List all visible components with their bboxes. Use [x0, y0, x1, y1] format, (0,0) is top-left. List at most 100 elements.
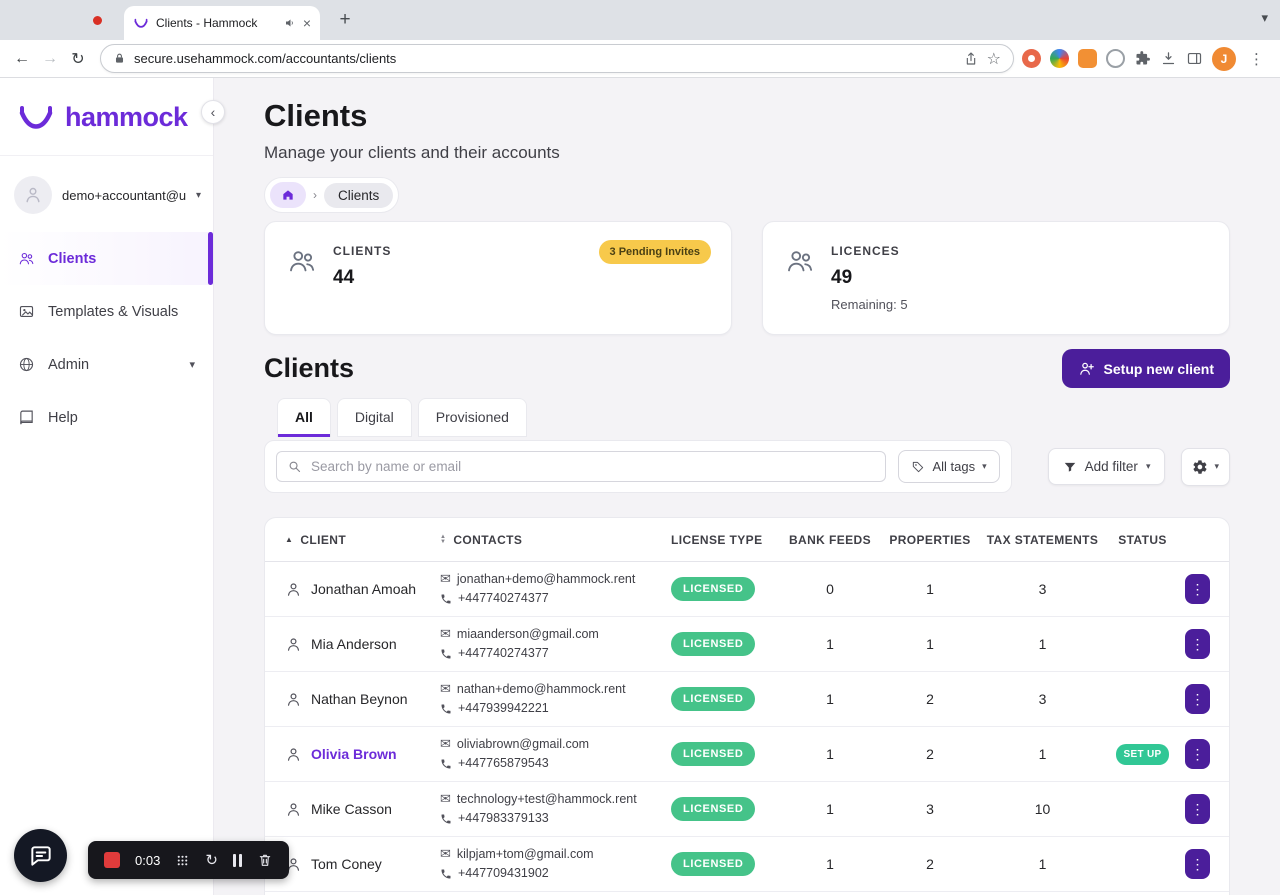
- recording-indicator-dot: [93, 16, 102, 25]
- license-cell: LICENSED: [671, 577, 785, 601]
- client-cell: Nathan Beynon: [285, 691, 440, 708]
- sort-icon[interactable]: ▲ ▼: [440, 534, 446, 545]
- brand-logo[interactable]: hammock: [0, 78, 213, 156]
- tax-statements-value: 3: [1038, 691, 1047, 707]
- extension-icon[interactable]: [1078, 49, 1097, 68]
- phone-icon: [440, 593, 452, 605]
- row-actions-button[interactable]: ⋮: [1185, 794, 1210, 824]
- tax-statements-value: 1: [1038, 746, 1047, 762]
- extensions-area: J ⋮: [1022, 46, 1272, 71]
- search-icon: [287, 459, 302, 474]
- stop-recording-button[interactable]: [104, 852, 120, 868]
- setup-new-client-button[interactable]: Setup new client: [1061, 349, 1230, 388]
- license-cell: LICENSED: [671, 852, 785, 876]
- contact-email: nathan+demo@hammock.rent: [456, 681, 626, 696]
- sidebar-item-help[interactable]: Help: [0, 391, 213, 444]
- client-name-link[interactable]: Mike Casson: [311, 801, 392, 817]
- client-name-link[interactable]: Mia Anderson: [311, 636, 397, 652]
- email-icon: ✉: [440, 791, 451, 807]
- client-name-link[interactable]: Jonathan Amoah: [311, 581, 416, 597]
- row-actions-button[interactable]: ⋮: [1185, 684, 1210, 714]
- chat-widget-button[interactable]: [14, 829, 67, 882]
- status-badge: SET UP: [1115, 743, 1170, 765]
- search-input[interactable]: [311, 459, 876, 474]
- bookmark-star-icon[interactable]: ☆: [987, 49, 1001, 69]
- tab-all[interactable]: All: [277, 398, 331, 437]
- bank-feeds-value: 1: [826, 691, 834, 707]
- tab-close-icon[interactable]: ×: [303, 16, 311, 30]
- tax-statements-value: 10: [1034, 801, 1051, 817]
- properties-value: 3: [926, 801, 934, 817]
- client-cell: Olivia Brown: [285, 746, 440, 763]
- share-icon[interactable]: [963, 51, 979, 67]
- phone-icon: [440, 648, 452, 660]
- search-box[interactable]: [276, 451, 887, 482]
- row-actions-button[interactable]: ⋮: [1185, 629, 1210, 659]
- all-tags-dropdown[interactable]: All tags ▾: [898, 450, 1000, 483]
- table-row: Nathan Beynon ✉ nathan+demo@hammock.rent …: [265, 672, 1229, 727]
- sidebar-item-clients[interactable]: Clients: [0, 232, 213, 285]
- contacts-cell: ✉ technology+test@hammock.rent +447983379…: [440, 790, 671, 828]
- people-icon: [287, 246, 317, 276]
- stat-value: 49: [831, 267, 853, 288]
- stat-remaining: Remaining: 5: [831, 297, 908, 312]
- extensions-puzzle-icon[interactable]: [1134, 50, 1151, 67]
- contact-phone: +447740274377: [458, 591, 549, 606]
- column-properties: PROPERTIES: [889, 532, 971, 547]
- table-row: Tom Coney ✉ kilpjam+tom@gmail.com +447709…: [265, 837, 1229, 892]
- tab-search-chevron-icon[interactable]: ▾: [1261, 10, 1268, 26]
- actions-cell: ⋮: [1185, 574, 1210, 604]
- downloads-icon[interactable]: [1160, 50, 1177, 67]
- table-row: Jonathan Amoah ✉ jonathan+demo@hammock.re…: [265, 562, 1229, 617]
- column-contacts: ▲ ▼ CONTACTS: [440, 532, 523, 547]
- row-actions-button[interactable]: ⋮: [1185, 574, 1210, 604]
- brand-name: hammock: [65, 102, 188, 132]
- sort-asc-icon[interactable]: ▲: [285, 535, 293, 544]
- browser-profile-avatar[interactable]: J: [1212, 46, 1236, 71]
- pending-invites-badge: 3 Pending Invites: [598, 240, 711, 264]
- sidebar-item-admin[interactable]: Admin ▾: [0, 338, 213, 391]
- tag-icon: [911, 460, 925, 474]
- contacts-cell: ✉ miaanderson@gmail.com +447740274377: [440, 625, 671, 663]
- breadcrumb-home-button[interactable]: [270, 182, 306, 208]
- back-button[interactable]: ←: [8, 45, 36, 73]
- new-tab-button[interactable]: +: [332, 7, 358, 33]
- client-cell: Mike Casson: [285, 801, 440, 818]
- clients-icon: [18, 250, 35, 267]
- sidebar-item-templates-visuals[interactable]: Templates & Visuals: [0, 285, 213, 338]
- license-cell: LICENSED: [671, 797, 785, 821]
- phone-icon: [440, 813, 452, 825]
- email-icon: ✉: [440, 571, 451, 587]
- person-icon: [285, 691, 302, 708]
- account-dropdown[interactable]: demo+accountant@us... ▾: [0, 156, 213, 232]
- tab-digital[interactable]: Digital: [336, 398, 412, 437]
- client-cell: Mia Anderson: [285, 636, 440, 653]
- table-settings-dropdown[interactable]: ▾: [1181, 447, 1230, 486]
- tab-provisioned[interactable]: Provisioned: [417, 398, 527, 437]
- extension-icon[interactable]: [1050, 49, 1069, 68]
- forward-button[interactable]: →: [36, 45, 64, 73]
- client-name-link[interactable]: Tom Coney: [311, 856, 382, 872]
- contact-phone: +447939942221: [458, 701, 549, 716]
- browser-menu-kebab-icon[interactable]: ⋮: [1245, 50, 1268, 68]
- client-name-link[interactable]: Nathan Beynon: [311, 691, 408, 707]
- license-badge: LICENSED: [671, 852, 756, 876]
- extension-icon[interactable]: [1106, 49, 1125, 68]
- pause-recording-icon[interactable]: [232, 853, 242, 867]
- grid-dots-icon[interactable]: [175, 853, 190, 868]
- sidebar-collapse-button[interactable]: ‹: [201, 100, 225, 124]
- address-bar[interactable]: secure.usehammock.com/accountants/client…: [100, 44, 1014, 73]
- delete-recording-icon[interactable]: [257, 852, 273, 868]
- restart-recording-icon[interactable]: ↻: [205, 851, 218, 869]
- extension-icon[interactable]: [1022, 49, 1041, 68]
- browser-tab[interactable]: Clients - Hammock ×: [124, 6, 320, 40]
- row-actions-button[interactable]: ⋮: [1185, 739, 1210, 769]
- email-icon: ✉: [440, 626, 451, 642]
- client-name-link[interactable]: Olivia Brown: [311, 746, 397, 762]
- url-text[interactable]: secure.usehammock.com/accountants/client…: [134, 51, 955, 66]
- side-panel-icon[interactable]: [1186, 50, 1203, 67]
- breadcrumb-current[interactable]: Clients: [324, 182, 394, 208]
- add-filter-dropdown[interactable]: Add filter ▾: [1047, 448, 1166, 485]
- row-actions-button[interactable]: ⋮: [1185, 849, 1210, 879]
- reload-button[interactable]: ↻: [64, 45, 92, 73]
